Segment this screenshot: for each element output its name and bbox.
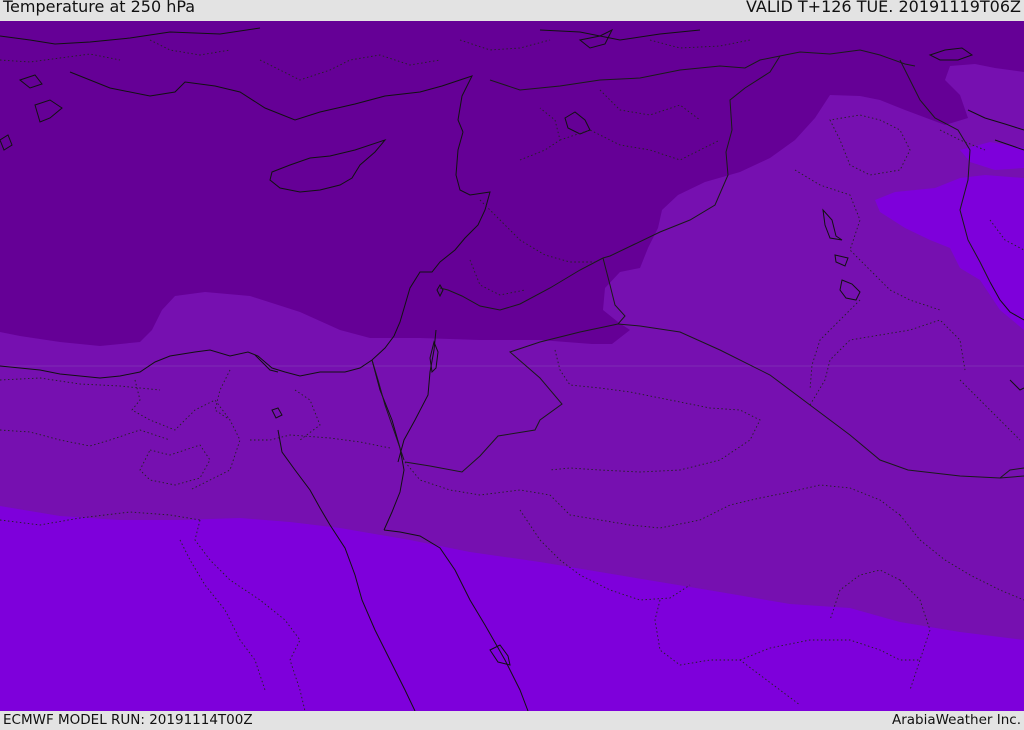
credit-label: ArabiaWeather Inc. <box>891 712 1021 728</box>
footer-bar: ECMWF MODEL RUN: 20191114T00Z ArabiaWeat… <box>0 711 1024 729</box>
header-bar: Temperature at 250 hPa VALID T+126 TUE. … <box>0 0 1024 21</box>
map-title: Temperature at 250 hPa <box>3 0 196 16</box>
model-run-label: ECMWF MODEL RUN: 20191114T00Z <box>3 712 253 728</box>
valid-time-label: VALID T+126 TUE. 20191119T06Z <box>745 0 1021 16</box>
temperature-map[interactable] <box>0 21 1024 711</box>
